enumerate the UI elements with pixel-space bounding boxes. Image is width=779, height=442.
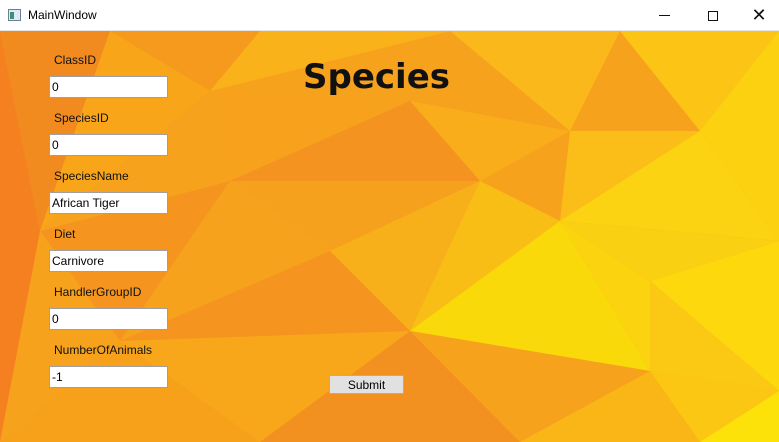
maximize-icon xyxy=(708,10,718,21)
diet-input[interactable] xyxy=(49,250,168,272)
handlergroupid-input[interactable] xyxy=(49,308,168,330)
numberofanimals-input[interactable] xyxy=(49,366,168,388)
window-client-area: Species ClassID SpeciesID SpeciesName Di… xyxy=(0,31,779,442)
app-window-icon xyxy=(8,9,21,21)
submit-button[interactable]: Submit xyxy=(329,375,404,394)
page-title: Species xyxy=(303,57,450,97)
close-icon: ✕ xyxy=(751,4,767,26)
label-speciesid: SpeciesID xyxy=(54,111,109,125)
window-title: MainWindow xyxy=(28,8,97,22)
close-button[interactable]: ✕ xyxy=(736,0,779,31)
label-diet: Diet xyxy=(54,227,76,241)
speciesname-input[interactable] xyxy=(49,192,168,214)
label-classid: ClassID xyxy=(54,53,97,67)
minimize-icon xyxy=(658,15,670,16)
label-speciesname: SpeciesName xyxy=(54,169,129,183)
minimize-button[interactable] xyxy=(641,0,687,31)
label-handlergroupid: HandlerGroupID xyxy=(54,285,142,299)
classid-input[interactable] xyxy=(49,76,168,98)
label-numberofanimals: NumberOfAnimals xyxy=(54,343,153,357)
maximize-button[interactable] xyxy=(690,0,736,31)
title-bar: MainWindow ✕ xyxy=(0,0,779,31)
speciesid-input[interactable] xyxy=(49,134,168,156)
